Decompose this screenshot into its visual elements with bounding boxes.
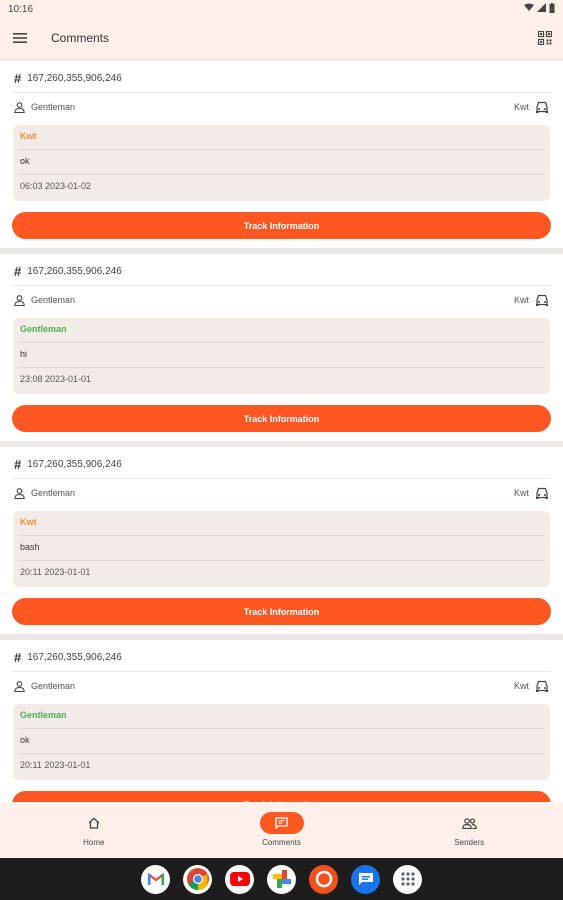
comment-card: # 167,260,355,906,246 Gentleman Kwt Kwt … bbox=[0, 61, 563, 248]
comment-author: Kwt bbox=[20, 131, 37, 141]
battery-icon bbox=[549, 2, 555, 16]
tracking-id: 167,260,355,906,246 bbox=[27, 458, 122, 470]
signal-icon bbox=[537, 3, 546, 15]
tracking-id: 167,260,355,906,246 bbox=[27, 265, 122, 277]
chrome-icon[interactable] bbox=[183, 864, 212, 894]
comment-text: ok bbox=[20, 156, 30, 166]
divider bbox=[18, 560, 545, 561]
youtube-icon[interactable] bbox=[225, 864, 254, 894]
comment-box: Kwt ok 06:03 2023-01-02 bbox=[13, 125, 550, 201]
comment-time: 20:11 2023-01-01 bbox=[20, 760, 91, 770]
apps-grid-icon[interactable] bbox=[393, 864, 422, 894]
hamburger-menu-icon bbox=[13, 33, 27, 43]
person-icon bbox=[14, 294, 25, 306]
photos-icon[interactable] bbox=[267, 864, 296, 894]
bottom-navigation: Home Comments Senders bbox=[0, 802, 563, 858]
divider bbox=[12, 285, 551, 286]
tracking-id-row: # 167,260,355,906,246 bbox=[14, 263, 122, 279]
divider bbox=[12, 671, 551, 672]
comment-text: ok bbox=[20, 735, 30, 745]
comment-author: Kwt bbox=[20, 517, 37, 527]
comment-time: 20:11 2023-01-01 bbox=[20, 567, 91, 577]
divider bbox=[12, 478, 551, 479]
comment-card: # 167,260,355,906,246 Gentleman Kwt Gent… bbox=[0, 254, 563, 441]
comment-box: Kwt bash 20:11 2023-01-01 bbox=[13, 511, 550, 587]
people-icon bbox=[461, 817, 477, 829]
hash-icon: # bbox=[14, 456, 22, 472]
hash-icon: # bbox=[14, 70, 22, 86]
comment-box: Gentleman hi 23:08 2023-01-01 bbox=[13, 318, 550, 394]
app-bar: Comments bbox=[0, 18, 563, 58]
app-ring-icon[interactable] bbox=[309, 864, 338, 894]
home-icon bbox=[88, 817, 100, 829]
comment-text: bash bbox=[20, 542, 40, 552]
system-dock bbox=[0, 858, 563, 900]
car-icon bbox=[536, 487, 548, 499]
track-information-button[interactable]: Track Information bbox=[12, 212, 551, 239]
user-row: Gentleman Kwt bbox=[14, 292, 549, 308]
comment-card: # 167,260,355,906,246 Gentleman Kwt Gent… bbox=[0, 640, 563, 802]
tracking-id: 167,260,355,906,246 bbox=[27, 72, 122, 84]
person-icon bbox=[14, 680, 25, 692]
comment-icon bbox=[275, 817, 288, 829]
track-information-button[interactable]: Track Information bbox=[12, 405, 551, 432]
person-icon bbox=[14, 101, 25, 113]
person-icon bbox=[14, 487, 25, 499]
nav-senders[interactable]: Senders bbox=[375, 802, 563, 858]
nav-home-label: Home bbox=[83, 838, 105, 847]
comment-time: 23:08 2023-01-01 bbox=[20, 374, 92, 384]
nav-home[interactable]: Home bbox=[0, 802, 188, 858]
user-name: Gentleman bbox=[31, 681, 76, 691]
vehicle-name: Kwt bbox=[513, 488, 529, 498]
user-row: Gentleman Kwt bbox=[14, 99, 549, 115]
user-name: Gentleman bbox=[31, 295, 76, 305]
messages-icon[interactable] bbox=[351, 864, 380, 894]
comment-author: Gentleman bbox=[20, 324, 67, 334]
menu-button[interactable] bbox=[0, 18, 40, 58]
comment-author: Gentleman bbox=[20, 710, 67, 720]
comment-card: # 167,260,355,906,246 Gentleman Kwt Kwt … bbox=[0, 447, 563, 634]
divider bbox=[18, 174, 545, 175]
gmail-icon[interactable] bbox=[141, 864, 170, 894]
status-bar: 10:16 bbox=[0, 0, 563, 18]
user-row: Gentleman Kwt bbox=[14, 678, 549, 694]
comment-box: Gentleman ok 20:11 2023-01-01 bbox=[13, 704, 550, 780]
vehicle-name: Kwt bbox=[513, 295, 529, 305]
divider bbox=[18, 367, 545, 368]
divider bbox=[18, 535, 545, 536]
user-name: Gentleman bbox=[31, 488, 76, 498]
tracking-id-row: # 167,260,355,906,246 bbox=[14, 649, 122, 665]
qr-code-icon bbox=[538, 31, 552, 45]
car-icon bbox=[536, 101, 548, 113]
nav-comments[interactable]: Comments bbox=[188, 802, 376, 858]
tracking-id-row: # 167,260,355,906,246 bbox=[14, 70, 122, 86]
comment-text: hi bbox=[20, 349, 28, 359]
nav-senders-label: Senders bbox=[454, 838, 485, 847]
track-information-button[interactable]: Track Information bbox=[12, 598, 551, 625]
user-row: Gentleman Kwt bbox=[14, 485, 549, 501]
comment-time: 06:03 2023-01-02 bbox=[20, 181, 92, 191]
tracking-id-row: # 167,260,355,906,246 bbox=[14, 456, 122, 472]
divider bbox=[12, 92, 551, 93]
wifi-icon bbox=[524, 3, 534, 15]
car-icon bbox=[536, 294, 548, 306]
qr-scan-button[interactable] bbox=[535, 28, 555, 48]
tracking-id: 167,260,355,906,246 bbox=[27, 651, 122, 663]
vehicle-name: Kwt bbox=[513, 102, 529, 112]
car-icon bbox=[536, 680, 548, 692]
divider bbox=[18, 753, 545, 754]
track-information-button[interactable]: Track Information bbox=[12, 791, 551, 802]
nav-comments-label: Comments bbox=[262, 838, 301, 847]
status-time: 10:16 bbox=[8, 3, 34, 15]
divider bbox=[18, 342, 545, 343]
status-icons bbox=[524, 2, 555, 16]
comments-list[interactable]: # 167,260,355,906,246 Gentleman Kwt Kwt … bbox=[0, 58, 563, 802]
hash-icon: # bbox=[14, 263, 22, 279]
hash-icon: # bbox=[14, 649, 22, 665]
divider bbox=[18, 149, 545, 150]
page-title: Comments bbox=[51, 31, 110, 45]
user-name: Gentleman bbox=[31, 102, 76, 112]
vehicle-name: Kwt bbox=[513, 681, 529, 691]
divider bbox=[18, 728, 545, 729]
